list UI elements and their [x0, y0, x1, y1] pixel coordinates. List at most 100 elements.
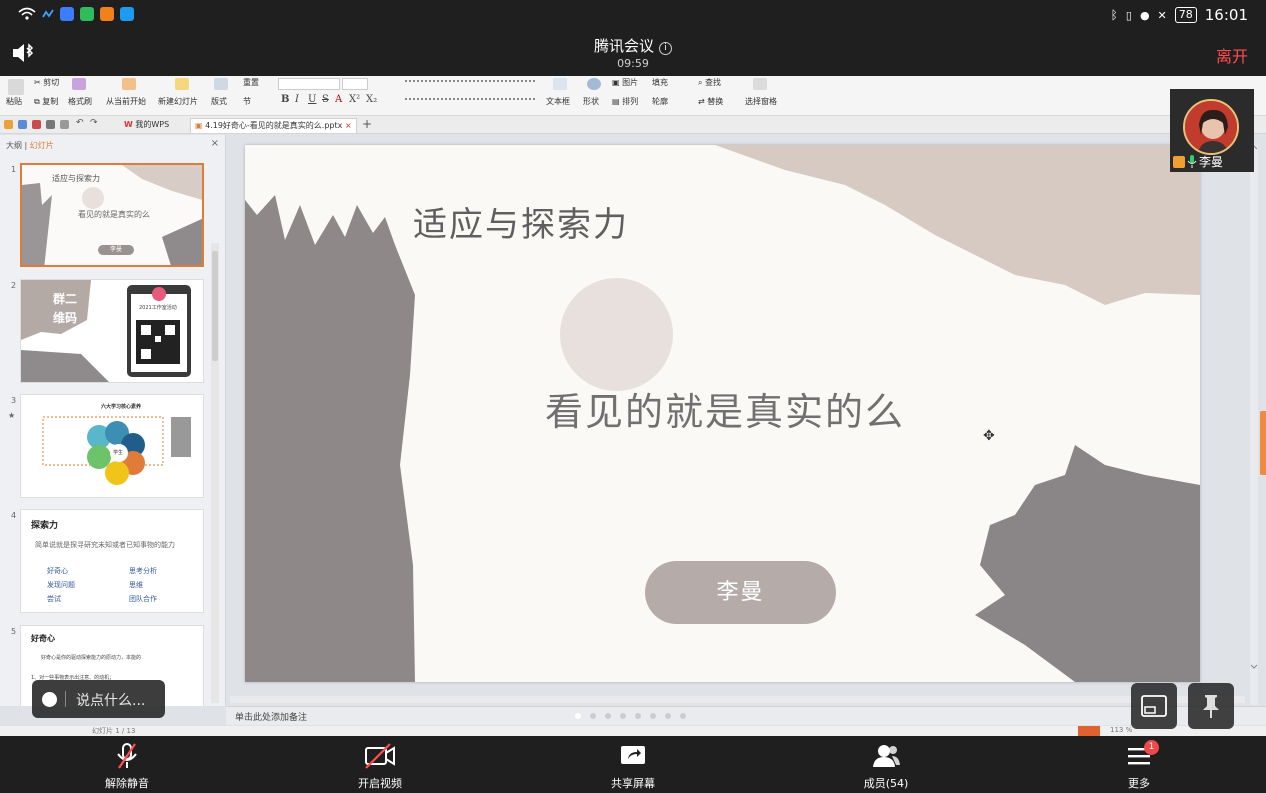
select-pane-icon[interactable] — [753, 78, 767, 90]
thumb-4-line: 简单说就是探寻研究未知或者已知事物的能力 — [35, 541, 175, 549]
zoom-level[interactable]: 113 % — [1110, 726, 1132, 734]
document-tabbar: ↶ ↷ W 我的WPS ▣ 4.19好奇心-看见的就是真实的么.pptx × + — [0, 116, 1266, 134]
side-panel-handle[interactable] — [1260, 411, 1266, 475]
switch-layout-button[interactable] — [1131, 683, 1177, 729]
find-icon: ⌕ — [698, 78, 703, 87]
page-dot[interactable] — [620, 713, 626, 719]
reset-button[interactable]: 重置 — [243, 77, 259, 88]
new-tab-icon[interactable]: + — [362, 117, 372, 131]
slide-thumbnail-1[interactable]: 适应与探索力 看见的就是真实的么 李曼 — [20, 163, 204, 267]
chat-input[interactable]: 说点什么... — [32, 680, 165, 718]
close-tab-icon[interactable]: × — [345, 121, 352, 130]
alignment-tools[interactable] — [405, 98, 535, 106]
find-button[interactable]: ⌕ 查找 — [698, 77, 721, 88]
layout-button[interactable]: 版式 — [211, 96, 227, 107]
share-screen-icon — [621, 746, 645, 764]
thumb-number: 5 — [11, 627, 17, 636]
font-size-select[interactable] — [342, 78, 368, 90]
play-from-current-icon[interactable] — [122, 78, 136, 90]
shape-icon[interactable] — [587, 78, 601, 90]
panel-scrollbar[interactable] — [211, 243, 219, 703]
paste-button[interactable]: 粘贴 — [6, 96, 22, 107]
save-icon[interactable] — [18, 120, 27, 129]
vibrate-icon: ▯ — [1125, 8, 1132, 22]
section-button[interactable]: 节 — [243, 96, 251, 107]
format-painter-icon[interactable] — [72, 78, 86, 90]
page-dot[interactable] — [605, 713, 611, 719]
unmute-button[interactable]: 解除静音 — [82, 741, 172, 791]
outline-button[interactable]: 轮廓 — [652, 96, 668, 107]
outline-tab[interactable]: 大纲 — [6, 141, 22, 150]
page-dot[interactable] — [665, 713, 671, 719]
participant-video-tile[interactable]: 李曼 — [1170, 89, 1254, 172]
font-color-button[interactable]: A — [335, 94, 342, 105]
share-screen-button[interactable]: 共享屏幕 — [588, 741, 678, 791]
page-dot[interactable] — [650, 713, 656, 719]
format-painter-button[interactable]: 格式刷 — [68, 96, 92, 107]
page-dot[interactable] — [680, 713, 686, 719]
video-app-icon — [100, 7, 114, 21]
thumb-number: 2 — [11, 281, 17, 290]
emoji-icon[interactable] — [42, 692, 57, 707]
slide-horizontal-scrollbar[interactable] — [230, 695, 1245, 704]
close-panel-icon[interactable]: × — [211, 138, 219, 149]
export-icon[interactable] — [46, 120, 55, 129]
notes-area[interactable]: 单击此处添加备注 — [226, 706, 1266, 725]
arrange-button[interactable]: ▤ 排列 — [612, 96, 638, 107]
slide-thumbnail-2[interactable]: 群二 维码 2021工作室活动 — [20, 279, 204, 383]
picture-button[interactable]: ▣ 图片 — [612, 77, 638, 88]
underline-button[interactable]: U — [308, 94, 316, 105]
play-slideshow-icon[interactable] — [1078, 726, 1100, 736]
from-current-button[interactable]: 从当前开始 — [106, 96, 146, 107]
shape-button[interactable]: 形状 — [583, 96, 599, 107]
slide-vertical-scrollbar[interactable] — [1248, 145, 1260, 705]
page-dot[interactable] — [590, 713, 596, 719]
leave-button[interactable]: 离开 — [1216, 43, 1248, 67]
more-button[interactable]: 更多 1 — [1094, 740, 1184, 791]
cut-button[interactable]: ✂ 剪切 — [34, 77, 59, 88]
members-button[interactable]: 成员(54) — [841, 741, 931, 791]
new-slide-button[interactable]: 新建幻灯片 — [158, 96, 198, 107]
tab-document[interactable]: ▣ 4.19好奇心-看见的就是真实的么.pptx × — [190, 118, 357, 133]
italic-button[interactable]: I — [295, 94, 299, 105]
select-pane-button[interactable]: 选择窗格 — [745, 96, 777, 107]
bold-button[interactable]: B — [281, 94, 289, 105]
layout-icon[interactable] — [214, 78, 228, 90]
slide-thumbnail-3[interactable]: 六大学习核心素养 学生 — [20, 394, 204, 498]
thumb-4-item: 发现问题 — [47, 581, 75, 589]
page-dot[interactable] — [575, 713, 581, 719]
slide-thumbnail-4[interactable]: 探索力 简单说就是探寻研究未知或者已知事物的能力 好奇心 发现问题 尝试 思考分… — [20, 509, 204, 613]
font-name-select[interactable] — [278, 78, 340, 90]
fill-button[interactable]: 填充 — [652, 77, 668, 88]
superscript-button[interactable]: X² — [349, 94, 360, 105]
slides-tab[interactable]: 幻灯片 — [30, 141, 54, 150]
meeting-title-text: 腾讯会议 — [593, 37, 654, 55]
copy-button[interactable]: ⧉ 复制 — [34, 96, 58, 107]
tab-my-wps[interactable]: W 我的WPS — [120, 118, 173, 133]
thumb-4-item: 好奇心 — [47, 567, 68, 575]
new-slide-icon[interactable] — [175, 78, 189, 90]
subscript-button[interactable]: X₂ — [366, 94, 377, 105]
start-video-button[interactable]: 开启视频 — [335, 741, 425, 791]
meeting-title[interactable]: 腾讯会议 i — [0, 35, 1266, 56]
strikethrough-button[interactable]: S — [322, 94, 329, 105]
current-slide[interactable]: 适应与探索力 看见的就是真实的么 李曼 ✥ — [245, 145, 1200, 682]
paragraph-tools[interactable] — [405, 80, 535, 88]
redo-icon[interactable]: ↷ — [90, 118, 99, 128]
meeting-timer: 09:59 — [617, 57, 649, 70]
paste-icon[interactable] — [8, 79, 24, 95]
thumb-5-line-1: 好奇心是你的驱动探索能力的原动力，本能的 — [41, 655, 142, 661]
pin-button[interactable] — [1188, 683, 1234, 729]
text-box-icon[interactable] — [553, 78, 567, 90]
preview-icon[interactable] — [60, 120, 69, 129]
replace-button[interactable]: ⇄ 替换 — [698, 96, 723, 107]
panel-scroll-thumb[interactable] — [212, 251, 218, 361]
text-box-button[interactable]: 文本框 — [546, 96, 570, 107]
page-dot[interactable] — [635, 713, 641, 719]
animation-star-icon: ★ — [8, 411, 16, 420]
chat-placeholder: 说点什么... — [76, 693, 146, 709]
print-icon[interactable] — [32, 120, 41, 129]
info-icon[interactable]: i — [659, 42, 672, 55]
open-icon[interactable] — [4, 120, 13, 129]
undo-icon[interactable]: ↶ — [76, 118, 85, 128]
